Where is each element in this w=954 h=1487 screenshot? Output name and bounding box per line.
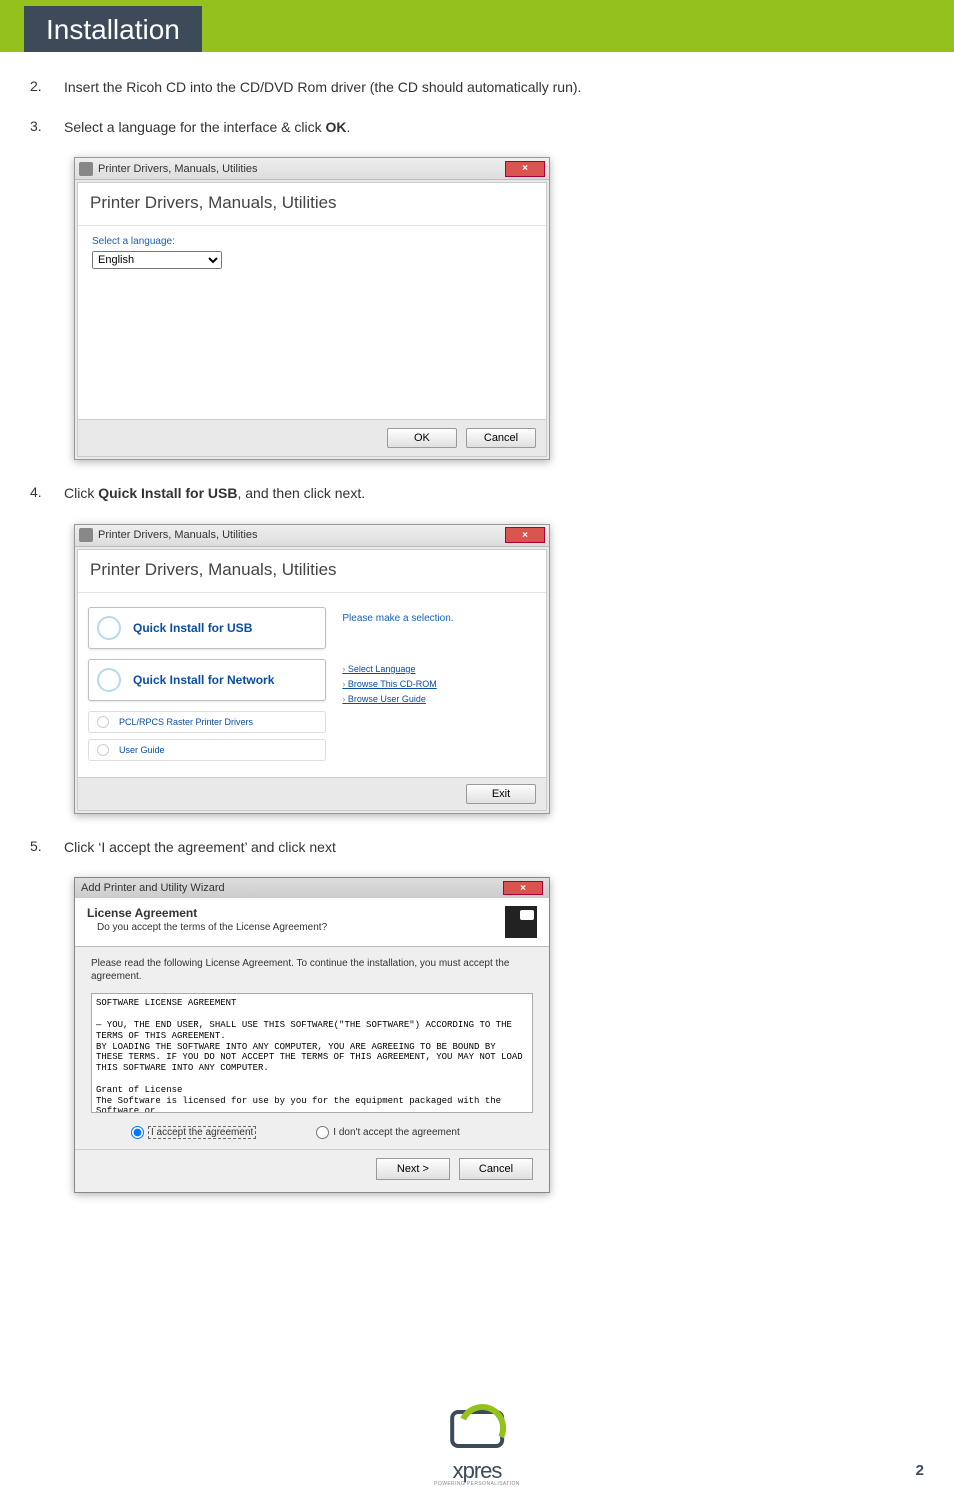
wiz-subheading: Do you accept the terms of the License A… — [97, 922, 497, 933]
win2-heading: Printer Drivers, Manuals, Utilities — [78, 550, 546, 593]
quick-install-usb-button[interactable]: Quick Install for USB — [88, 607, 326, 649]
disc-icon — [97, 616, 121, 640]
step-4-text-before: Click — [64, 485, 98, 501]
decline-radio[interactable]: I don't accept the agreement — [316, 1126, 459, 1139]
page-banner: Installation — [0, 0, 954, 52]
language-select[interactable]: English — [92, 251, 222, 269]
step-3-text-before: Select a language for the interface & cl… — [64, 119, 325, 135]
wiz-titlebar: Add Printer and Utility Wizard × — [75, 878, 549, 898]
wiz-heading: License Agreement — [87, 906, 497, 920]
step-2-text: Insert the Ricoh CD into the CD/DVD Rom … — [64, 78, 581, 98]
pcl-drivers-label: PCL/RPCS Raster Printer Drivers — [119, 717, 253, 727]
step-3-bold: OK — [325, 119, 346, 135]
step-4-text: Click Quick Install for USB, and then cl… — [64, 484, 365, 504]
xpres-logo: xpres POWERING PERSONALISATION — [434, 1406, 520, 1487]
win1-footer: OK Cancel — [78, 419, 546, 456]
license-textarea[interactable] — [91, 993, 533, 1113]
wiz-header-text: License Agreement Do you accept the term… — [87, 906, 497, 933]
quick-install-usb-label: Quick Install for USB — [133, 621, 252, 635]
browse-user-guide-link[interactable]: Browse User Guide — [342, 694, 532, 704]
close-icon[interactable]: × — [503, 881, 543, 895]
step-4-text-after: , and then click next. — [237, 485, 365, 501]
accept-radio-label: I accept the agreement — [148, 1126, 256, 1139]
logo-mark-icon — [440, 1406, 514, 1456]
quick-install-network-label: Quick Install for Network — [133, 673, 274, 687]
step-4-num: 4. — [30, 484, 64, 504]
exit-button[interactable]: Exit — [466, 784, 536, 804]
step-2: 2. Insert the Ricoh CD into the CD/DVD R… — [30, 78, 924, 98]
banner-title: Installation — [24, 6, 202, 52]
win1-titlebar: Printer Drivers, Manuals, Utilities × — [75, 158, 549, 180]
win2-right: Please make a selection. Select Language… — [334, 607, 536, 767]
close-icon[interactable]: × — [505, 161, 545, 177]
win1-title: Printer Drivers, Manuals, Utilities — [98, 163, 505, 175]
window-select-language: Printer Drivers, Manuals, Utilities × Pr… — [74, 157, 550, 460]
select-language-link[interactable]: Select Language — [342, 664, 532, 674]
user-guide-label: User Guide — [119, 745, 165, 755]
step-5: 5. Click ‘I accept the agreement’ and cl… — [30, 838, 924, 858]
pcl-drivers-button[interactable]: PCL/RPCS Raster Printer Drivers — [88, 711, 326, 733]
win2-body: Quick Install for USB Quick Install for … — [78, 593, 546, 777]
printer-icon — [505, 906, 537, 938]
step-3-num: 3. — [30, 118, 64, 138]
page-footer: xpres POWERING PERSONALISATION 2 — [0, 1387, 954, 1487]
window-license-wizard: Add Printer and Utility Wizard × License… — [74, 877, 550, 1193]
window-quick-install: Printer Drivers, Manuals, Utilities × Pr… — [74, 524, 550, 814]
disc-icon — [97, 716, 109, 728]
next-button[interactable]: Next > — [376, 1158, 450, 1180]
win2-footer: Exit — [78, 777, 546, 810]
accept-radio-input[interactable] — [131, 1126, 144, 1139]
user-guide-button[interactable]: User Guide — [88, 739, 326, 761]
step-4: 4. Click Quick Install for USB, and then… — [30, 484, 924, 504]
logo-tagline: POWERING PERSONALISATION — [434, 1481, 520, 1487]
step-4-bold: Quick Install for USB — [98, 485, 237, 501]
win2-titlebar: Printer Drivers, Manuals, Utilities × — [75, 525, 549, 547]
wiz-radio-group: I accept the agreement I don't accept th… — [91, 1126, 533, 1139]
step-5-text: Click ‘I accept the agreement’ and click… — [64, 838, 336, 858]
wiz-title: Add Printer and Utility Wizard — [81, 882, 503, 894]
page-content: 2. Insert the Ricoh CD into the CD/DVD R… — [0, 52, 954, 1247]
language-label: Select a language: — [92, 236, 532, 247]
wiz-intro: Please read the following License Agreem… — [91, 957, 533, 983]
accept-radio[interactable]: I accept the agreement — [131, 1126, 256, 1139]
step-5-num: 5. — [30, 838, 64, 858]
win1-heading: Printer Drivers, Manuals, Utilities — [78, 183, 546, 226]
win2-left: Quick Install for USB Quick Install for … — [88, 607, 334, 767]
win2-inner: Printer Drivers, Manuals, Utilities Quic… — [77, 549, 547, 811]
cancel-button[interactable]: Cancel — [466, 428, 536, 448]
decline-radio-label: I don't accept the agreement — [333, 1127, 459, 1138]
wiz-footer: Next > Cancel — [75, 1149, 549, 1192]
win1-inner: Printer Drivers, Manuals, Utilities Sele… — [77, 182, 547, 457]
browse-cd-link[interactable]: Browse This CD-ROM — [342, 679, 532, 689]
decline-radio-input[interactable] — [316, 1126, 329, 1139]
wiz-header: License Agreement Do you accept the term… — [75, 898, 549, 947]
close-icon[interactable]: × — [505, 527, 545, 543]
disc-icon — [97, 744, 109, 756]
step-2-num: 2. — [30, 78, 64, 98]
app-icon — [79, 162, 93, 176]
quick-install-network-button[interactable]: Quick Install for Network — [88, 659, 326, 701]
win2-title: Printer Drivers, Manuals, Utilities — [98, 529, 505, 541]
step-3-text-after: . — [346, 119, 350, 135]
cancel-button[interactable]: Cancel — [459, 1158, 533, 1180]
win1-body: Select a language: English — [78, 226, 546, 419]
step-3: 3. Select a language for the interface &… — [30, 118, 924, 138]
page-number: 2 — [916, 1462, 924, 1479]
selection-hint: Please make a selection. — [342, 613, 532, 624]
ok-button[interactable]: OK — [387, 428, 457, 448]
app-icon — [79, 528, 93, 542]
step-3-text: Select a language for the interface & cl… — [64, 118, 350, 138]
disc-icon — [97, 668, 121, 692]
wiz-body: Please read the following License Agreem… — [75, 947, 549, 1149]
